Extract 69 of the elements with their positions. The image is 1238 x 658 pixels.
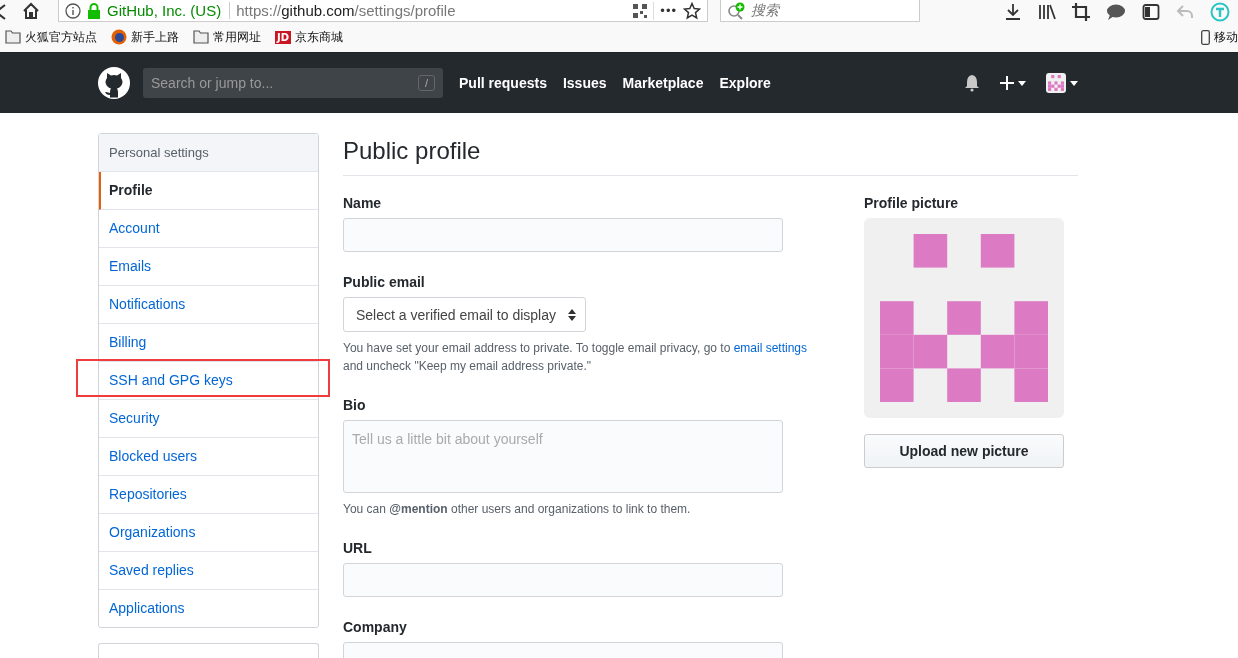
field-label: Company — [343, 619, 408, 635]
field-label: Bio — [343, 397, 367, 413]
star-icon[interactable] — [683, 1, 701, 20]
info-icon[interactable] — [65, 2, 81, 19]
help-text: You can @mention other users and organizations to link to them. — [343, 501, 692, 518]
sidebar-item[interactable]: Security — [99, 400, 318, 438]
crop-icon[interactable] — [1072, 3, 1090, 21]
bookmark-item[interactable]: 移动 — [1201, 28, 1238, 46]
lock-icon — [87, 2, 101, 19]
octocat-logo[interactable] — [98, 67, 130, 99]
back-icon[interactable] — [0, 4, 8, 20]
bookmark-item[interactable]: 常用网址 — [193, 28, 261, 46]
more-button[interactable]: ••• — [660, 3, 677, 18]
search-field[interactable]: Search or jump to... / — [143, 68, 443, 98]
sidebar-item[interactable]: Repositories — [99, 476, 318, 514]
url-text: https://github.com/settings/profile — [236, 2, 457, 19]
chat-icon[interactable] — [1106, 3, 1126, 21]
sidebar-item[interactable]: Organizations — [99, 514, 318, 552]
caret-icon — [1070, 80, 1078, 86]
search-field[interactable]: 搜索 — [720, 0, 920, 22]
nav-link[interactable]: Explore — [719, 75, 771, 91]
nav-link[interactable]: Pull requests — [459, 75, 547, 91]
caret-icon — [1018, 80, 1026, 86]
sidebar-item[interactable]: Profile — [99, 172, 318, 210]
folder-icon — [5, 30, 21, 44]
input-field[interactable] — [343, 563, 783, 597]
email-select[interactable]: Select a verified email to display — [343, 297, 586, 332]
new-menu[interactable] — [1000, 76, 1026, 90]
bookmark-item[interactable]: JD 京东商城 — [275, 28, 344, 46]
search-icon — [727, 1, 747, 20]
bookmark-item[interactable]: 新手上路 — [111, 28, 179, 46]
library-icon[interactable] — [1038, 3, 1056, 21]
sidebar-item[interactable]: Blocked users — [99, 438, 318, 476]
home-icon[interactable] — [22, 2, 40, 20]
phone-icon — [1201, 29, 1210, 45]
plus-icon — [1000, 76, 1014, 90]
help-text: You have set your email address to private. To toggle email privacy, go to email settings and uncheck "Keep my email address private." — [343, 340, 809, 375]
field-label: Name — [343, 195, 383, 211]
globe-icon — [111, 29, 127, 45]
bell-icon[interactable] — [964, 74, 980, 92]
download-icon[interactable] — [1004, 3, 1022, 21]
folder-icon — [193, 30, 209, 44]
sidebar-item[interactable]: Emails — [99, 248, 318, 286]
jd-logo: JD — [275, 30, 292, 44]
sidebar-item[interactable]: Account — [99, 210, 318, 248]
nav-link[interactable]: Issues — [562, 75, 607, 91]
site-identity: GitHub, Inc. (US) — [107, 2, 231, 19]
page-title: Public profile — [343, 137, 1078, 176]
sidebar-item[interactable]: Applications — [99, 590, 318, 627]
menu-heading: Personal settings — [99, 134, 318, 172]
user-menu[interactable] — [1046, 73, 1078, 93]
address-bar[interactable]: GitHub, Inc. (US) https://github.com/settings/profile ••• — [58, 0, 708, 22]
input-field[interactable] — [343, 218, 783, 252]
field-label: URL — [343, 540, 373, 556]
sidebar-item[interactable]: Notifications — [99, 286, 318, 324]
bookmark-item[interactable]: 火狐官方站点 — [5, 28, 97, 46]
sidebar-icon[interactable] — [1142, 3, 1160, 21]
email-settings-link[interactable]: email settings — [733, 341, 808, 355]
field-label: Profile picture — [864, 195, 960, 211]
shortcut-key: / — [417, 75, 435, 91]
avatar-icon — [1046, 73, 1066, 93]
field-label: Public email — [343, 274, 426, 290]
sidebar-item[interactable]: Billing — [99, 324, 318, 362]
upload-button[interactable]: Upload new picture — [864, 434, 1064, 468]
nav-link[interactable]: Marketplace — [622, 75, 704, 91]
qr-code-icon[interactable] — [633, 3, 648, 18]
sidebar-item[interactable]: Saved replies — [99, 552, 318, 590]
sidebar-item[interactable]: SSH and GPG keys — [99, 362, 318, 400]
sort-icon — [568, 308, 576, 321]
